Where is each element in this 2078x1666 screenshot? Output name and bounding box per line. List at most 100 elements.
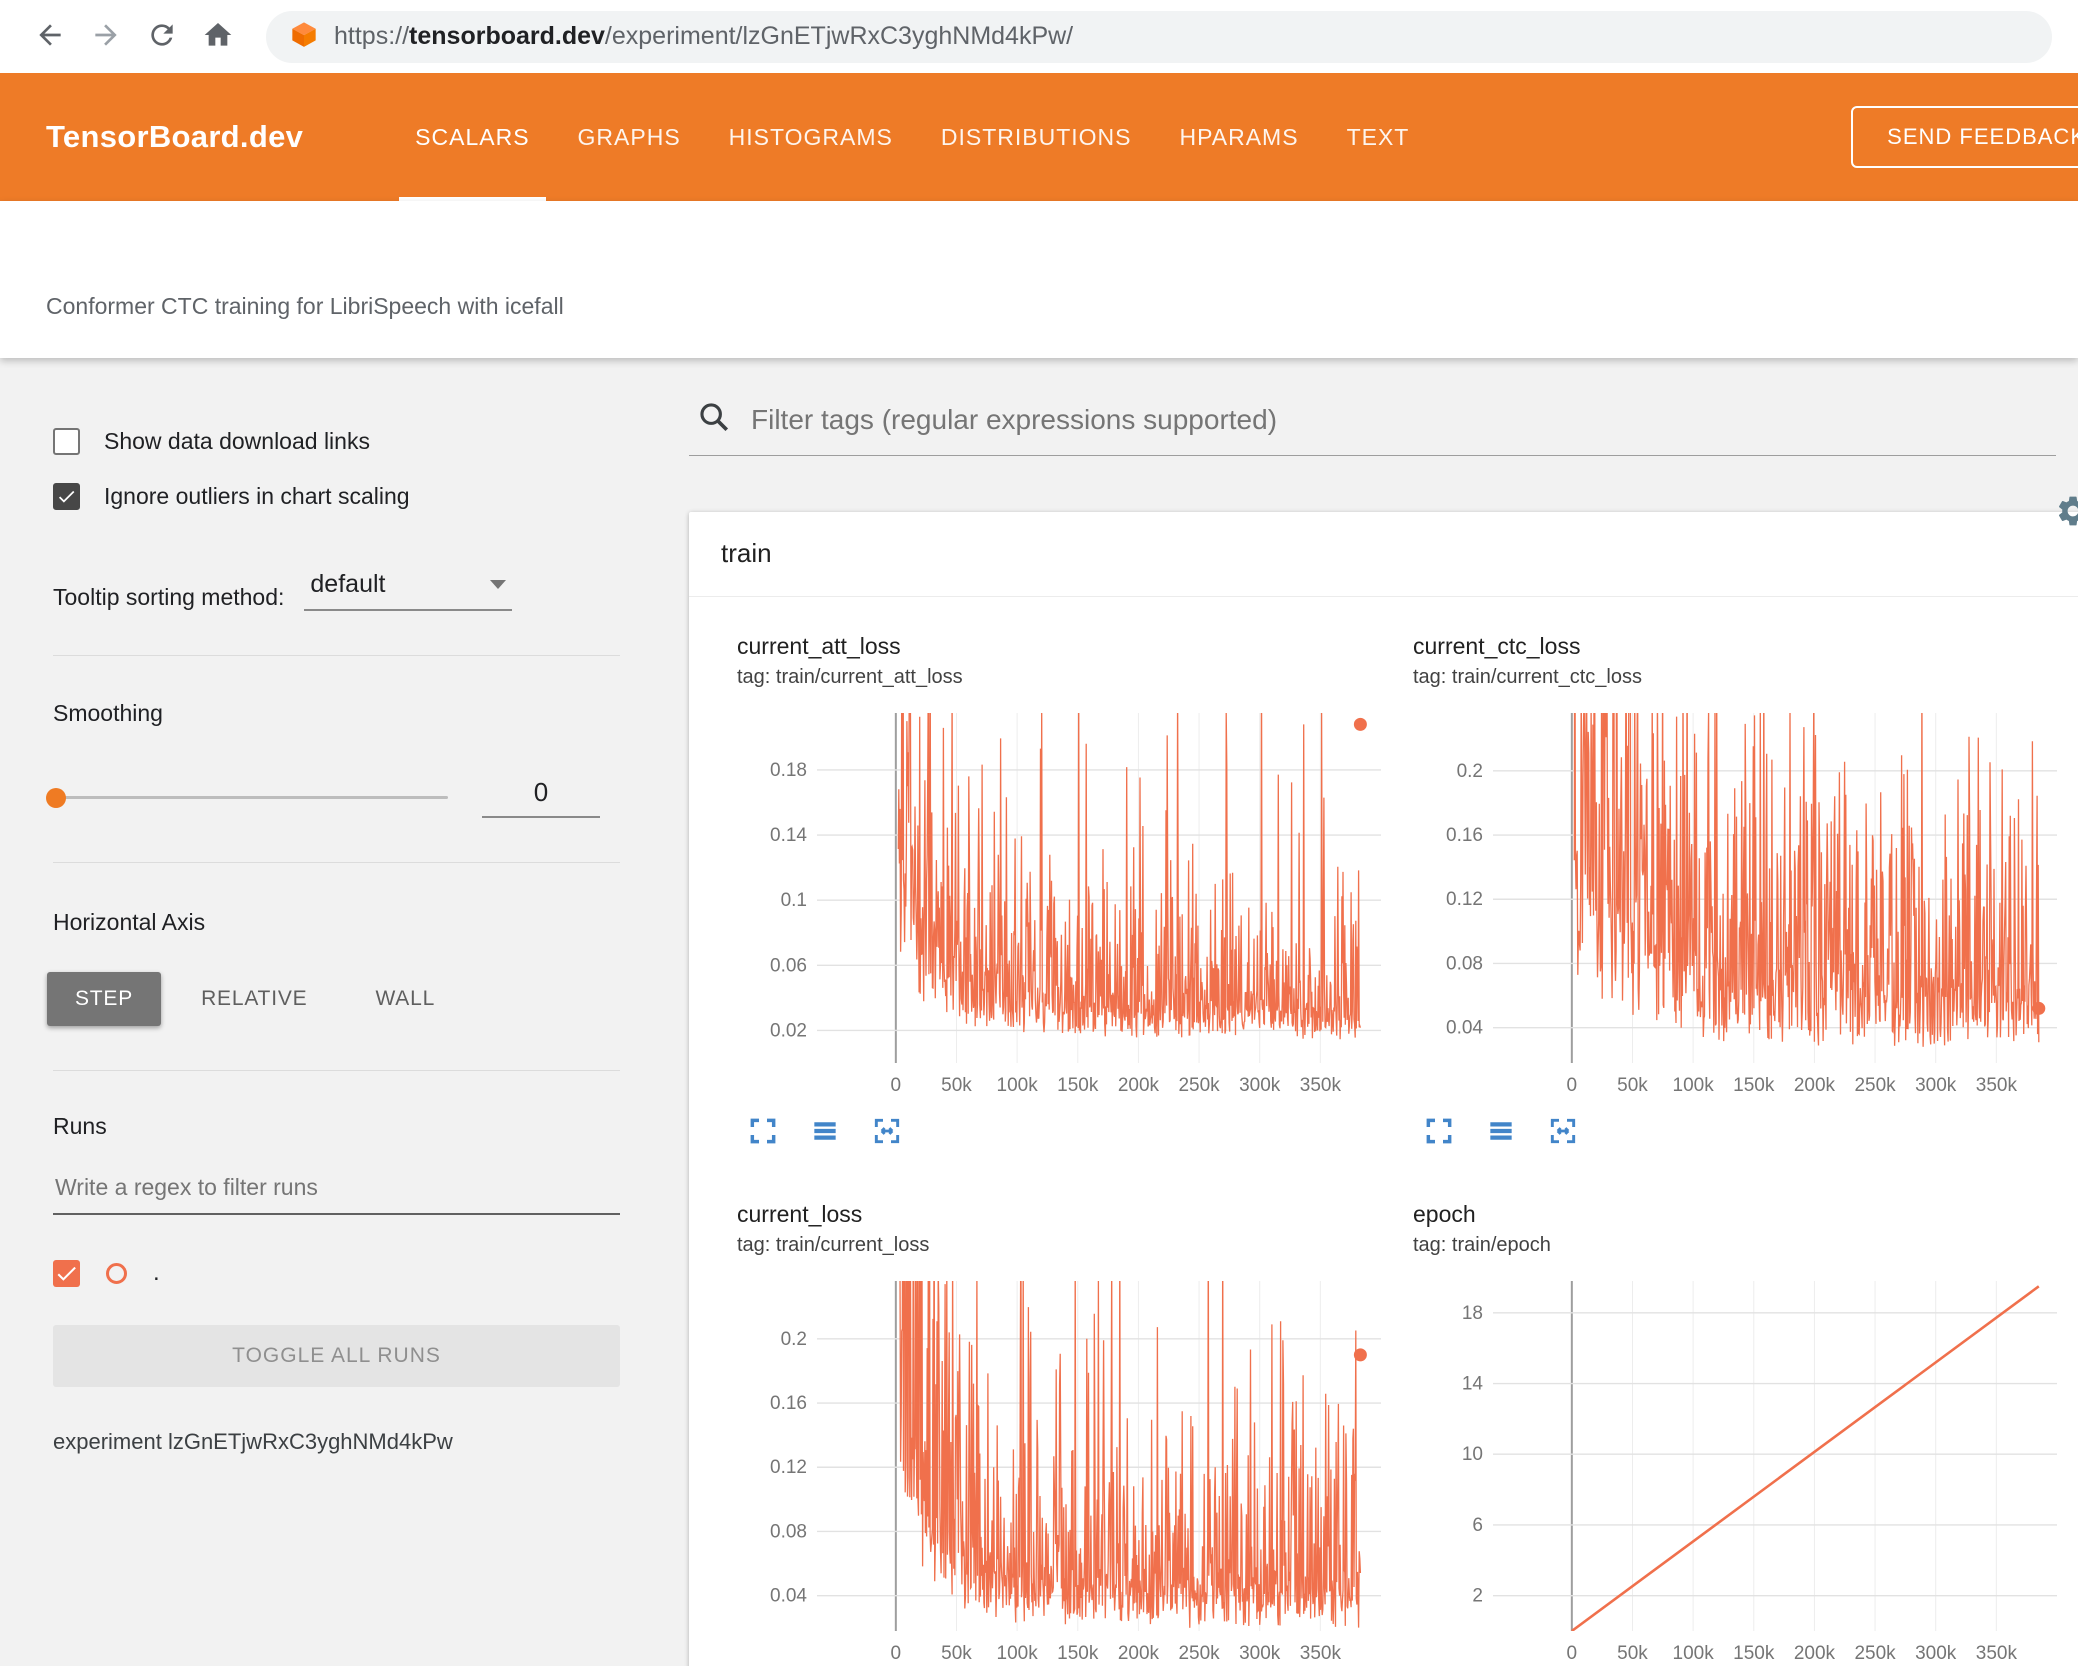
main-panel: train current_att_loss tag: train/curren… <box>663 358 2078 1666</box>
chart-current-loss: current_loss tag: train/current_loss 0 50… <box>737 1201 1413 1666</box>
send-feedback-button[interactable]: SEND FEEDBACK <box>1851 106 2078 168</box>
tooltip-sorting-value: default <box>310 570 386 598</box>
divider <box>53 862 620 863</box>
run-row: . <box>53 1259 620 1287</box>
svg-text:100k: 100k <box>997 1075 1039 1096</box>
chart-tag: tag: train/epoch <box>1413 1234 1551 1256</box>
filter-tags-input[interactable] <box>751 403 2056 436</box>
svg-text:250k: 250k <box>1854 1075 1896 1096</box>
chart-toolbar <box>747 1115 1413 1147</box>
chart-plot[interactable]: 0 50k 100k 150k 200k 250k 300k 350k 2 6 10 14 18 <box>1413 1273 2078 1666</box>
show-download-links-checkbox[interactable] <box>53 428 80 455</box>
smoothing-slider[interactable] <box>46 787 448 808</box>
svg-text:100k: 100k <box>997 1643 1039 1664</box>
svg-text:0.02: 0.02 <box>770 1020 807 1041</box>
experiment-title: Conformer CTC training for LibriSpeech w… <box>46 293 564 319</box>
chart-tag: tag: train/current_ctc_loss <box>1413 666 1642 688</box>
home-button[interactable] <box>194 13 242 61</box>
horizontal-lines-icon[interactable] <box>1485 1115 1517 1147</box>
svg-text:0: 0 <box>1567 1643 1578 1664</box>
svg-text:200k: 200k <box>1794 1643 1836 1664</box>
svg-text:0.2: 0.2 <box>1457 761 1483 782</box>
url-scheme: https:// <box>334 22 410 50</box>
svg-text:100k: 100k <box>1673 1643 1715 1664</box>
divider <box>53 1070 620 1071</box>
svg-text:14: 14 <box>1462 1374 1484 1395</box>
svg-text:18: 18 <box>1462 1303 1483 1324</box>
chart-tag: tag: train/current_loss <box>737 1234 930 1256</box>
chart-plot[interactable]: 0 50k 100k 150k 200k 250k 300k 350k 0.02 0.06 0.1 0… <box>737 705 1413 1101</box>
svg-text:0.2: 0.2 <box>781 1329 807 1350</box>
fullscreen-icon[interactable] <box>747 1115 779 1147</box>
axis-relative-button[interactable]: RELATIVE <box>173 972 335 1026</box>
svg-text:0: 0 <box>1567 1075 1578 1096</box>
url-path: /experiment/lzGnETjwRxC3yghNMd4kPw/ <box>604 22 1074 50</box>
axis-wall-button[interactable]: WALL <box>347 972 463 1026</box>
tab-hparams[interactable]: HPARAMS <box>1156 73 1323 201</box>
chart-title: current_att_loss <box>737 633 901 659</box>
tab-graphs[interactable]: GRAPHS <box>554 73 705 201</box>
chart-title: current_ctc_loss <box>1413 633 1581 659</box>
tooltip-sorting-select[interactable]: default <box>304 568 513 611</box>
svg-text:50k: 50k <box>1617 1643 1648 1664</box>
settings-gear-icon[interactable] <box>2055 493 2078 529</box>
tab-distributions[interactable]: DISTRIBUTIONS <box>917 73 1156 201</box>
fullscreen-icon[interactable] <box>1423 1115 1455 1147</box>
svg-text:0.18: 0.18 <box>770 760 807 781</box>
run-color-swatch[interactable] <box>106 1262 127 1284</box>
tooltip-sorting-label: Tooltip sorting method: <box>53 584 285 610</box>
chart-plot[interactable]: 0 50k 100k 150k 200k 250k 300k 350k 0.04 0.08 0.12… <box>737 1273 1413 1666</box>
svg-text:350k: 350k <box>1976 1075 2018 1096</box>
svg-text:200k: 200k <box>1118 1643 1160 1664</box>
run-checkbox[interactable] <box>53 1259 80 1287</box>
chart-plot[interactable]: 0 50k 100k 150k 200k 250k 300k 350k 0.04 0.08 0.12… <box>1413 705 2078 1101</box>
chart-title: current_loss <box>737 1201 863 1227</box>
address-bar[interactable]: https://tensorboard.dev/experiment/lzGnE… <box>266 10 2052 63</box>
browser-toolbar: https://tensorboard.dev/experiment/lzGnE… <box>0 0 2078 73</box>
main-nav-tabs: SCALARS GRAPHS HISTOGRAMS DISTRIBUTIONS … <box>391 73 1433 201</box>
tensorboard-favicon-icon <box>290 20 318 53</box>
svg-text:10: 10 <box>1462 1444 1483 1465</box>
forward-button[interactable] <box>82 13 130 61</box>
smoothing-slider-thumb[interactable] <box>46 787 66 808</box>
svg-text:0.12: 0.12 <box>1446 889 1483 910</box>
svg-text:300k: 300k <box>1239 1075 1281 1096</box>
ignore-outliers-checkbox[interactable] <box>53 483 80 510</box>
chart-tag: tag: train/current_att_loss <box>737 666 963 688</box>
url-text: https://tensorboard.dev/experiment/lzGnE… <box>334 22 1073 51</box>
tab-text[interactable]: TEXT <box>1323 73 1434 201</box>
smoothing-label: Smoothing <box>53 700 163 726</box>
app-header: TensorBoard.dev SCALARS GRAPHS HISTOGRAM… <box>0 73 2078 201</box>
svg-text:6: 6 <box>1472 1515 1483 1536</box>
reload-button[interactable] <box>138 13 186 61</box>
svg-text:250k: 250k <box>1178 1643 1220 1664</box>
run-name: . <box>153 1259 160 1286</box>
toggle-all-runs-button[interactable]: TOGGLE ALL RUNS <box>53 1325 620 1387</box>
back-button[interactable] <box>26 13 74 61</box>
fit-to-data-icon[interactable] <box>1547 1115 1579 1147</box>
svg-text:0.04: 0.04 <box>770 1586 807 1607</box>
runs-filter-input[interactable] <box>53 1168 620 1215</box>
horizontal-lines-icon[interactable] <box>809 1115 841 1147</box>
smoothing-value-input[interactable] <box>482 777 600 818</box>
svg-text:150k: 150k <box>1057 1075 1099 1096</box>
svg-text:50k: 50k <box>941 1643 972 1664</box>
search-icon <box>697 400 731 439</box>
svg-text:2: 2 <box>1472 1586 1483 1607</box>
tag-group-header[interactable]: train <box>689 512 2078 597</box>
back-icon <box>34 19 66 54</box>
svg-text:0.04: 0.04 <box>1446 1018 1483 1039</box>
fit-to-data-icon[interactable] <box>871 1115 903 1147</box>
svg-text:250k: 250k <box>1854 1643 1896 1664</box>
axis-step-button[interactable]: STEP <box>47 972 162 1026</box>
svg-text:0.08: 0.08 <box>770 1521 807 1542</box>
tab-histograms[interactable]: HISTOGRAMS <box>705 73 917 201</box>
tab-scalars[interactable]: SCALARS <box>391 73 553 201</box>
svg-text:0.12: 0.12 <box>770 1457 807 1478</box>
svg-text:350k: 350k <box>1300 1643 1342 1664</box>
app-title[interactable]: TensorBoard.dev <box>46 119 303 155</box>
reload-icon <box>146 19 178 54</box>
svg-text:0: 0 <box>891 1075 902 1096</box>
horizontal-axis-label: Horizontal Axis <box>53 909 206 935</box>
home-icon <box>202 19 234 54</box>
